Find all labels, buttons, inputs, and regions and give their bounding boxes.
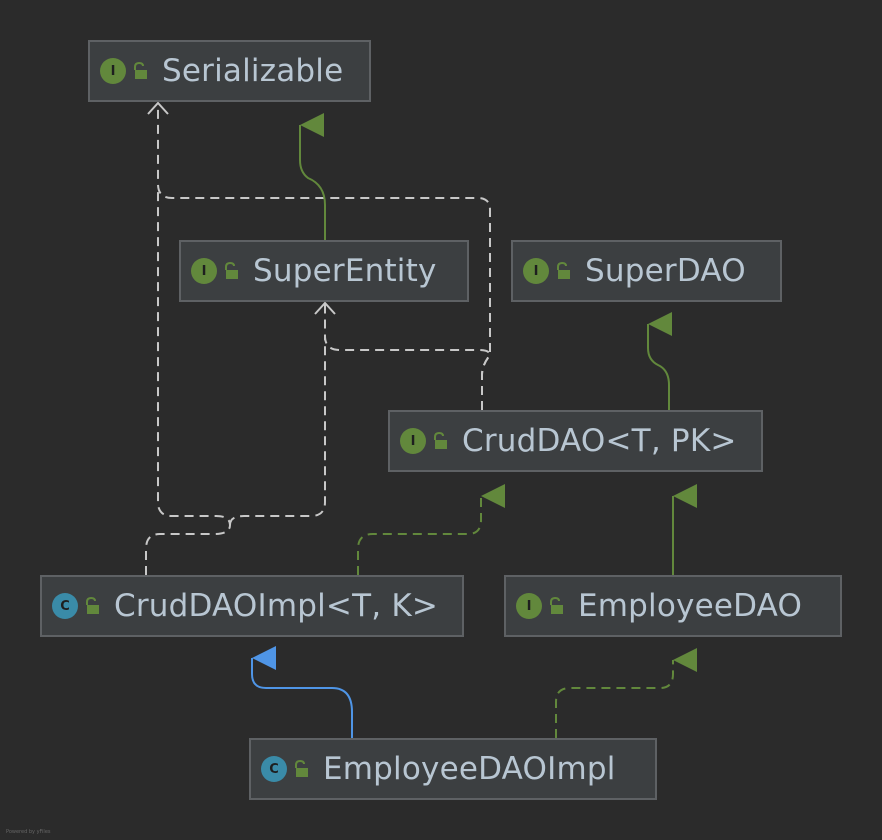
node-superentity[interactable]: I SuperEntity bbox=[179, 240, 469, 302]
node-cruddaoimpl[interactable]: C CrudDAOImpl<T, K> bbox=[40, 575, 464, 637]
unlocked-icon bbox=[557, 262, 570, 279]
node-label: EmployeeDAOImpl bbox=[323, 751, 616, 787]
node-label: SuperEntity bbox=[253, 253, 437, 289]
class-badge-icon: C bbox=[261, 756, 287, 782]
edge-cruddaoimpl-implements-cruddao bbox=[357, 484, 505, 575]
node-serializable[interactable]: I Serializable bbox=[88, 40, 371, 102]
node-superdao[interactable]: I SuperDAO bbox=[511, 240, 782, 302]
interface-badge-icon: I bbox=[400, 428, 426, 454]
interface-badge-icon: I bbox=[516, 593, 542, 619]
node-label: SuperDAO bbox=[585, 253, 746, 289]
edge-superentity-extends-serializable bbox=[299, 113, 326, 240]
node-label: EmployeeDAO bbox=[578, 588, 803, 624]
node-employeedao[interactable]: I EmployeeDAO bbox=[504, 575, 842, 637]
node-employeedaoimpl[interactable]: C EmployeeDAOImpl bbox=[249, 738, 657, 800]
edge-cruddao-extends-superdao bbox=[647, 312, 672, 410]
node-label: Serializable bbox=[162, 53, 344, 89]
interface-badge-icon: I bbox=[523, 258, 549, 284]
node-cruddao[interactable]: I CrudDAO<T, PK> bbox=[388, 410, 763, 472]
unlocked-icon bbox=[295, 760, 308, 777]
unlocked-icon bbox=[86, 597, 99, 614]
edge-employeedaoimpl-implements-employeedao bbox=[555, 648, 697, 738]
edge-employeedaoimpl-extends-cruddaoimpl bbox=[251, 646, 353, 738]
interface-badge-icon: I bbox=[100, 58, 126, 84]
unlocked-icon bbox=[134, 62, 147, 79]
interface-badge-icon: I bbox=[191, 258, 217, 284]
node-label: CrudDAO<T, PK> bbox=[462, 423, 737, 459]
edge-cruddao-uses-superentity bbox=[324, 304, 492, 410]
edge-cruddaoimpl-uses-superentity bbox=[229, 336, 326, 526]
unlocked-icon bbox=[434, 432, 447, 449]
powered-by-footer: Powered by yFiles bbox=[6, 829, 51, 835]
node-label: CrudDAOImpl<T, K> bbox=[114, 588, 439, 624]
unlocked-icon bbox=[225, 262, 238, 279]
class-badge-icon: C bbox=[52, 593, 78, 619]
unlocked-icon bbox=[550, 597, 563, 614]
